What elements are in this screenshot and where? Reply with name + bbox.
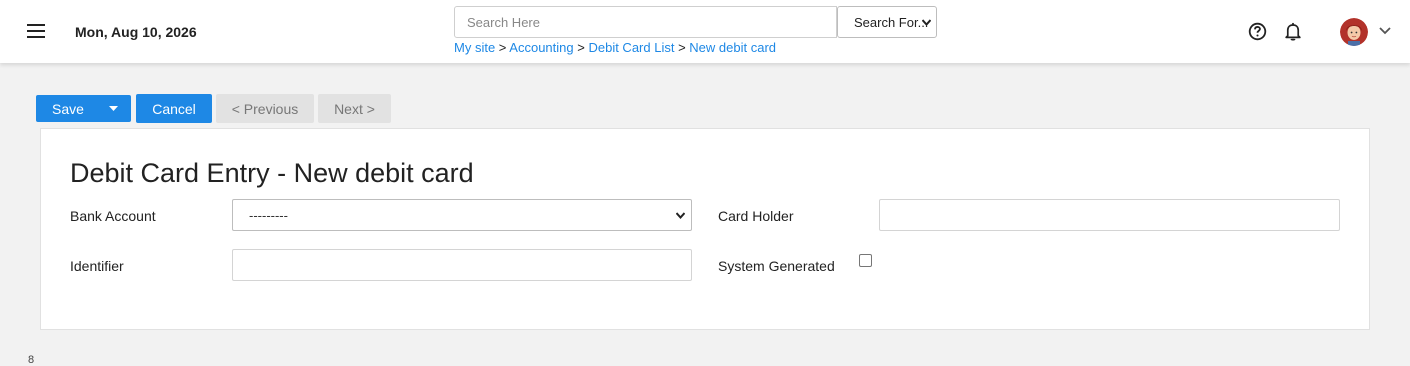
breadcrumb-new-debit-card[interactable]: New debit card bbox=[689, 40, 776, 55]
bank-account-selected: --------- bbox=[249, 207, 288, 223]
breadcrumb-separator: > bbox=[498, 40, 507, 55]
next-button[interactable]: Next > bbox=[318, 94, 391, 123]
chevron-down-icon bbox=[676, 212, 685, 219]
identifier-label: Identifier bbox=[70, 258, 124, 274]
footer-mark: 8 bbox=[28, 354, 35, 366]
system-generated-label: System Generated bbox=[718, 258, 835, 274]
breadcrumb-debit-card-list[interactable]: Debit Card List bbox=[588, 40, 674, 55]
save-button[interactable]: Save bbox=[36, 95, 96, 122]
caret-down-icon bbox=[109, 106, 118, 111]
bell-icon[interactable] bbox=[1284, 22, 1302, 41]
previous-button[interactable]: < Previous bbox=[216, 94, 314, 123]
search-for-select[interactable]: Search For... bbox=[837, 6, 937, 38]
card-holder-input[interactable] bbox=[879, 199, 1340, 231]
bank-account-select[interactable]: --------- bbox=[232, 199, 692, 231]
identifier-input[interactable] bbox=[232, 249, 692, 281]
breadcrumb-separator: > bbox=[577, 40, 585, 55]
current-date: Mon, Aug 10, 2026 bbox=[75, 24, 197, 40]
search-input[interactable] bbox=[454, 6, 837, 38]
search-for-selected: Search For... bbox=[854, 14, 929, 30]
menu-icon[interactable] bbox=[27, 24, 45, 38]
breadcrumb-my-site[interactable]: My site bbox=[454, 40, 495, 55]
page-title: Debit Card Entry - New debit card bbox=[70, 158, 474, 188]
save-options-button[interactable] bbox=[96, 95, 131, 122]
system-generated-checkbox[interactable] bbox=[859, 254, 872, 267]
breadcrumb-separator: > bbox=[678, 40, 686, 55]
breadcrumb-accounting[interactable]: Accounting bbox=[509, 40, 573, 55]
breadcrumb: My site > Accounting > Debit Card List >… bbox=[454, 40, 776, 55]
chevron-down-icon[interactable] bbox=[1379, 27, 1391, 35]
chevron-down-icon bbox=[922, 19, 931, 26]
avatar[interactable] bbox=[1340, 18, 1368, 46]
help-icon[interactable] bbox=[1248, 22, 1267, 41]
cancel-button[interactable]: Cancel bbox=[136, 94, 212, 123]
card-holder-label: Card Holder bbox=[718, 208, 794, 224]
bank-account-label: Bank Account bbox=[70, 208, 156, 224]
